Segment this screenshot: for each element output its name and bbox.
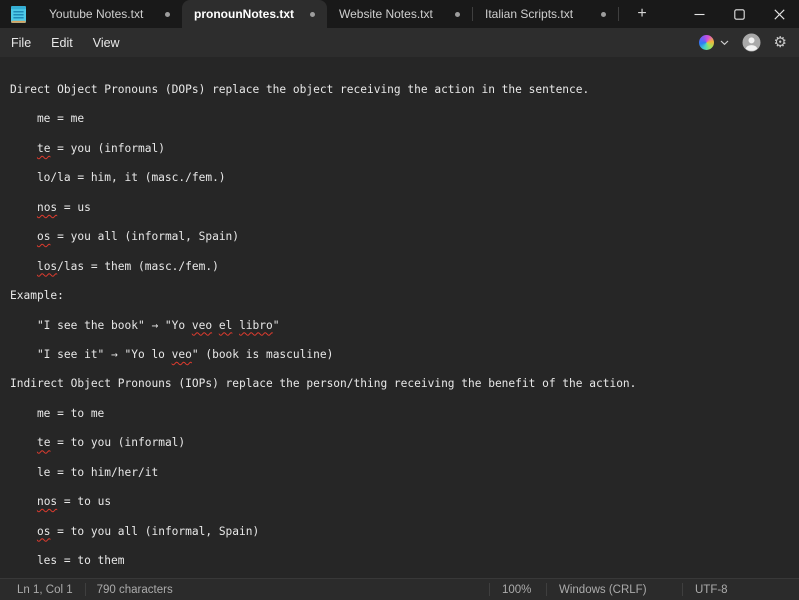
editor-line: te = to you (informal) xyxy=(10,428,799,457)
unsaved-indicator xyxy=(601,12,606,17)
encoding: UTF-8 xyxy=(683,584,728,596)
misspelled-word: el xyxy=(219,319,232,332)
menu-edit[interactable]: Edit xyxy=(42,33,82,53)
tab-label: Italian Scripts.txt xyxy=(485,7,593,21)
unsaved-indicator xyxy=(455,12,460,17)
misspelled-word: nos xyxy=(37,201,57,214)
editor-line: Example: xyxy=(10,281,799,310)
zoom-level: 100% xyxy=(490,584,531,596)
editor-line: nos = to us xyxy=(10,487,799,516)
editor-line: los/las = them (masc./fem.) xyxy=(10,252,799,281)
editor-line: me = to me xyxy=(10,399,799,428)
editor-line: "I see the book" → "Yo veo el libro" xyxy=(10,311,799,340)
new-tab-button[interactable]: + xyxy=(625,0,659,28)
editor-content: Direct Object Pronouns (DOPs) replace th… xyxy=(10,75,799,575)
unsaved-indicator xyxy=(310,12,315,17)
zoom-level-section[interactable]: 100% xyxy=(490,579,546,600)
misspelled-word: os xyxy=(37,230,50,243)
close-icon xyxy=(774,9,785,20)
misspelled-word: te xyxy=(37,142,50,155)
misspelled-word: veo xyxy=(192,319,212,332)
misspelled-word: libro xyxy=(239,319,273,332)
close-button[interactable] xyxy=(759,0,799,28)
misspelled-word: te xyxy=(37,436,50,449)
status-bar: Ln 1, Col 1 790 characters 100% Windows … xyxy=(0,578,799,600)
menu-bar: File Edit View ⚙ xyxy=(0,28,799,57)
minimize-button[interactable] xyxy=(679,0,719,28)
editor-line: le = to him/her/it xyxy=(10,458,799,487)
plus-icon: + xyxy=(637,5,646,23)
misspelled-word: os xyxy=(37,525,50,538)
misspelled-word: los xyxy=(37,260,57,273)
minimize-icon xyxy=(694,9,705,20)
notepad-icon xyxy=(0,0,37,28)
editor-line: te = you (informal) xyxy=(10,134,799,163)
tab-bar: Youtube Notes.txt pronounNotes.txt Websi… xyxy=(0,0,799,28)
tab-italian-scripts[interactable]: Italian Scripts.txt xyxy=(473,0,618,28)
gear-icon: ⚙ xyxy=(774,33,787,51)
editor-line: nos = us xyxy=(10,193,799,222)
maximize-icon xyxy=(734,9,745,20)
editor-line: "I see it" → "Yo lo veo" (book is mascul… xyxy=(10,340,799,369)
tab-label: pronounNotes.txt xyxy=(194,7,302,21)
misspelled-word: veo xyxy=(172,348,192,361)
maximize-button[interactable] xyxy=(719,0,759,28)
menu-file[interactable]: File xyxy=(2,33,40,53)
unsaved-indicator xyxy=(165,12,170,17)
tab-separator xyxy=(618,7,619,21)
tab-pronoun-notes[interactable]: pronounNotes.txt xyxy=(182,0,327,28)
copilot-icon xyxy=(699,35,714,50)
text-editor[interactable]: Direct Object Pronouns (DOPs) replace th… xyxy=(0,57,799,578)
tab-label: Website Notes.txt xyxy=(339,7,447,21)
editor-line: os = to you all (informal, Spain) xyxy=(10,517,799,546)
line-endings-section: Windows (CRLF) xyxy=(546,579,682,600)
notepad-window: Youtube Notes.txt pronounNotes.txt Websi… xyxy=(0,0,799,600)
account-icon xyxy=(742,33,761,52)
chevron-down-icon xyxy=(720,40,729,46)
editor-line: les = to them xyxy=(10,546,799,575)
editor-line: Indirect Object Pronouns (IOPs) replace … xyxy=(10,369,799,398)
tab-youtube-notes[interactable]: Youtube Notes.txt xyxy=(37,0,182,28)
character-count: 790 characters xyxy=(86,584,173,596)
misspelled-word: nos xyxy=(37,495,57,508)
editor-line: me = me xyxy=(10,104,799,133)
tab-label: Youtube Notes.txt xyxy=(49,7,157,21)
copilot-button[interactable] xyxy=(699,35,729,50)
line-endings: Windows (CRLF) xyxy=(547,584,647,596)
editor-line: os = you all (informal, Spain) xyxy=(10,222,799,251)
encoding-section: UTF-8 xyxy=(682,579,799,600)
cursor-position: Ln 1, Col 1 xyxy=(0,584,85,596)
settings-button[interactable]: ⚙ xyxy=(774,35,787,50)
editor-line: Direct Object Pronouns (DOPs) replace th… xyxy=(10,75,799,104)
editor-line: lo/la = him, it (masc./fem.) xyxy=(10,163,799,192)
menu-view[interactable]: View xyxy=(84,33,129,53)
tab-website-notes[interactable]: Website Notes.txt xyxy=(327,0,472,28)
account-button[interactable] xyxy=(742,33,761,52)
